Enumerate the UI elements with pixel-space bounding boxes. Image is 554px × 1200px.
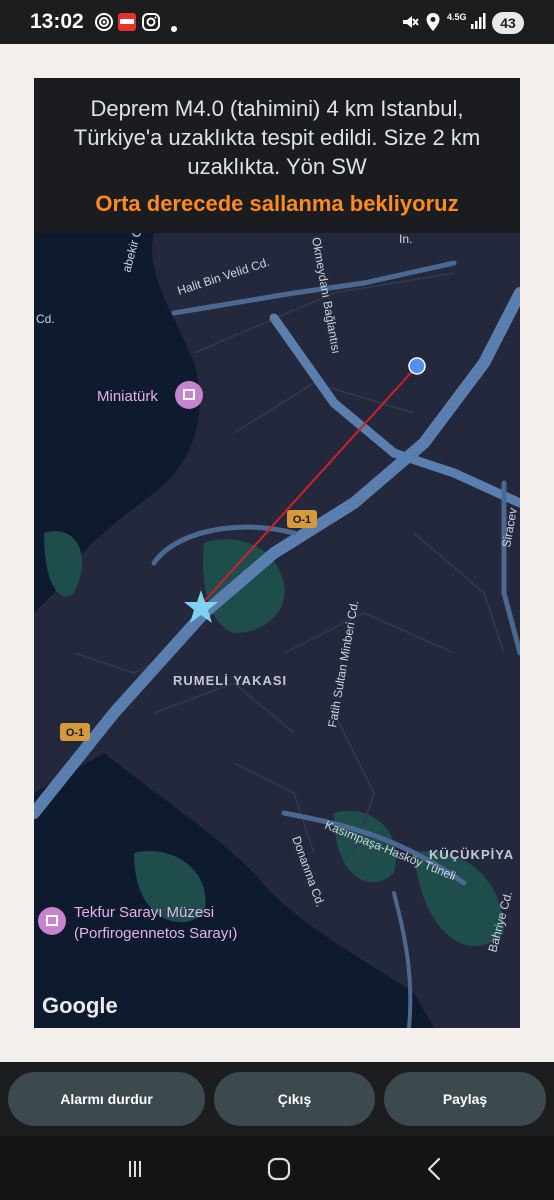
museum-icon[interactable] — [175, 381, 203, 409]
shaking-warning: Orta derecede sallanma bekliyoruz — [95, 191, 459, 216]
system-navigation-bar — [0, 1136, 554, 1200]
action-bar: Alarmı durdur Çıkış Paylaş — [0, 1062, 554, 1136]
home-icon[interactable] — [267, 1157, 291, 1186]
instagram-icon — [141, 12, 161, 37]
exit-button[interactable]: Çıkış — [214, 1072, 375, 1126]
user-location-marker — [408, 357, 426, 375]
map-label-o1: O-1 — [66, 727, 84, 739]
highway-shield-o1: O-1 — [60, 723, 90, 741]
signal-icon — [470, 12, 486, 35]
map-label-street: Fatih Sultan Minberi Cd. — [325, 599, 361, 728]
battery-indicator: 43 — [492, 12, 524, 34]
map-label-street: Okmeydanı Bağlantısı — [309, 236, 343, 355]
museum-icon[interactable] — [38, 907, 66, 935]
map-view[interactable]: O-1 O-1 Halit Bin Velid Cd. Okmeydanı Ba… — [34, 233, 520, 1028]
map-label-museum: Tekfur Sarayı Müzesi — [74, 904, 214, 921]
map-canvas[interactable]: O-1 O-1 Halit Bin Velid Cd. Okmeydanı Ba… — [34, 233, 520, 1028]
share-button[interactable]: Paylaş — [384, 1072, 546, 1126]
google-logo: Google — [42, 993, 118, 1018]
map-label-o1: O-1 — [293, 514, 311, 526]
network-type: 4.5G — [447, 12, 467, 22]
recents-icon[interactable] — [126, 1158, 148, 1185]
alert-message: Deprem M4.0 (tahimini) 4 km Istanbul, Tü… — [73, 96, 481, 179]
app-notification-icon — [117, 12, 137, 37]
more-notifications-dot-icon — [171, 19, 177, 37]
stop-alarm-button[interactable]: Alarmı durdur — [8, 1072, 205, 1126]
map-label-district: KÜÇÜKPİYA — [429, 847, 514, 862]
clock: 13:02 — [30, 10, 84, 33]
mute-icon — [400, 12, 420, 37]
map-label-museum: (Porfirogennetos Sarayı) — [74, 925, 237, 942]
status-bar: 13:02 4.5G 43 — [0, 0, 554, 44]
map-label-street: In. — [399, 233, 412, 246]
map-label-street: Cd. — [36, 312, 55, 326]
map-label-street: Donanma Cd. — [289, 834, 327, 908]
epicenter-distance-line — [200, 365, 418, 606]
map-label-miniaturk: Miniatürk — [97, 388, 158, 405]
earthquake-alert-card: Deprem M4.0 (tahimini) 4 km Istanbul, Tü… — [34, 78, 520, 1028]
highway-shield-o1: O-1 — [287, 510, 317, 528]
location-icon — [425, 12, 441, 37]
map-label-street: Halit Bin Velid Cd. — [176, 255, 272, 298]
back-icon[interactable] — [424, 1156, 444, 1187]
target-icon — [94, 12, 114, 37]
map-label-district: RUMELİ YAKASI — [173, 673, 287, 688]
